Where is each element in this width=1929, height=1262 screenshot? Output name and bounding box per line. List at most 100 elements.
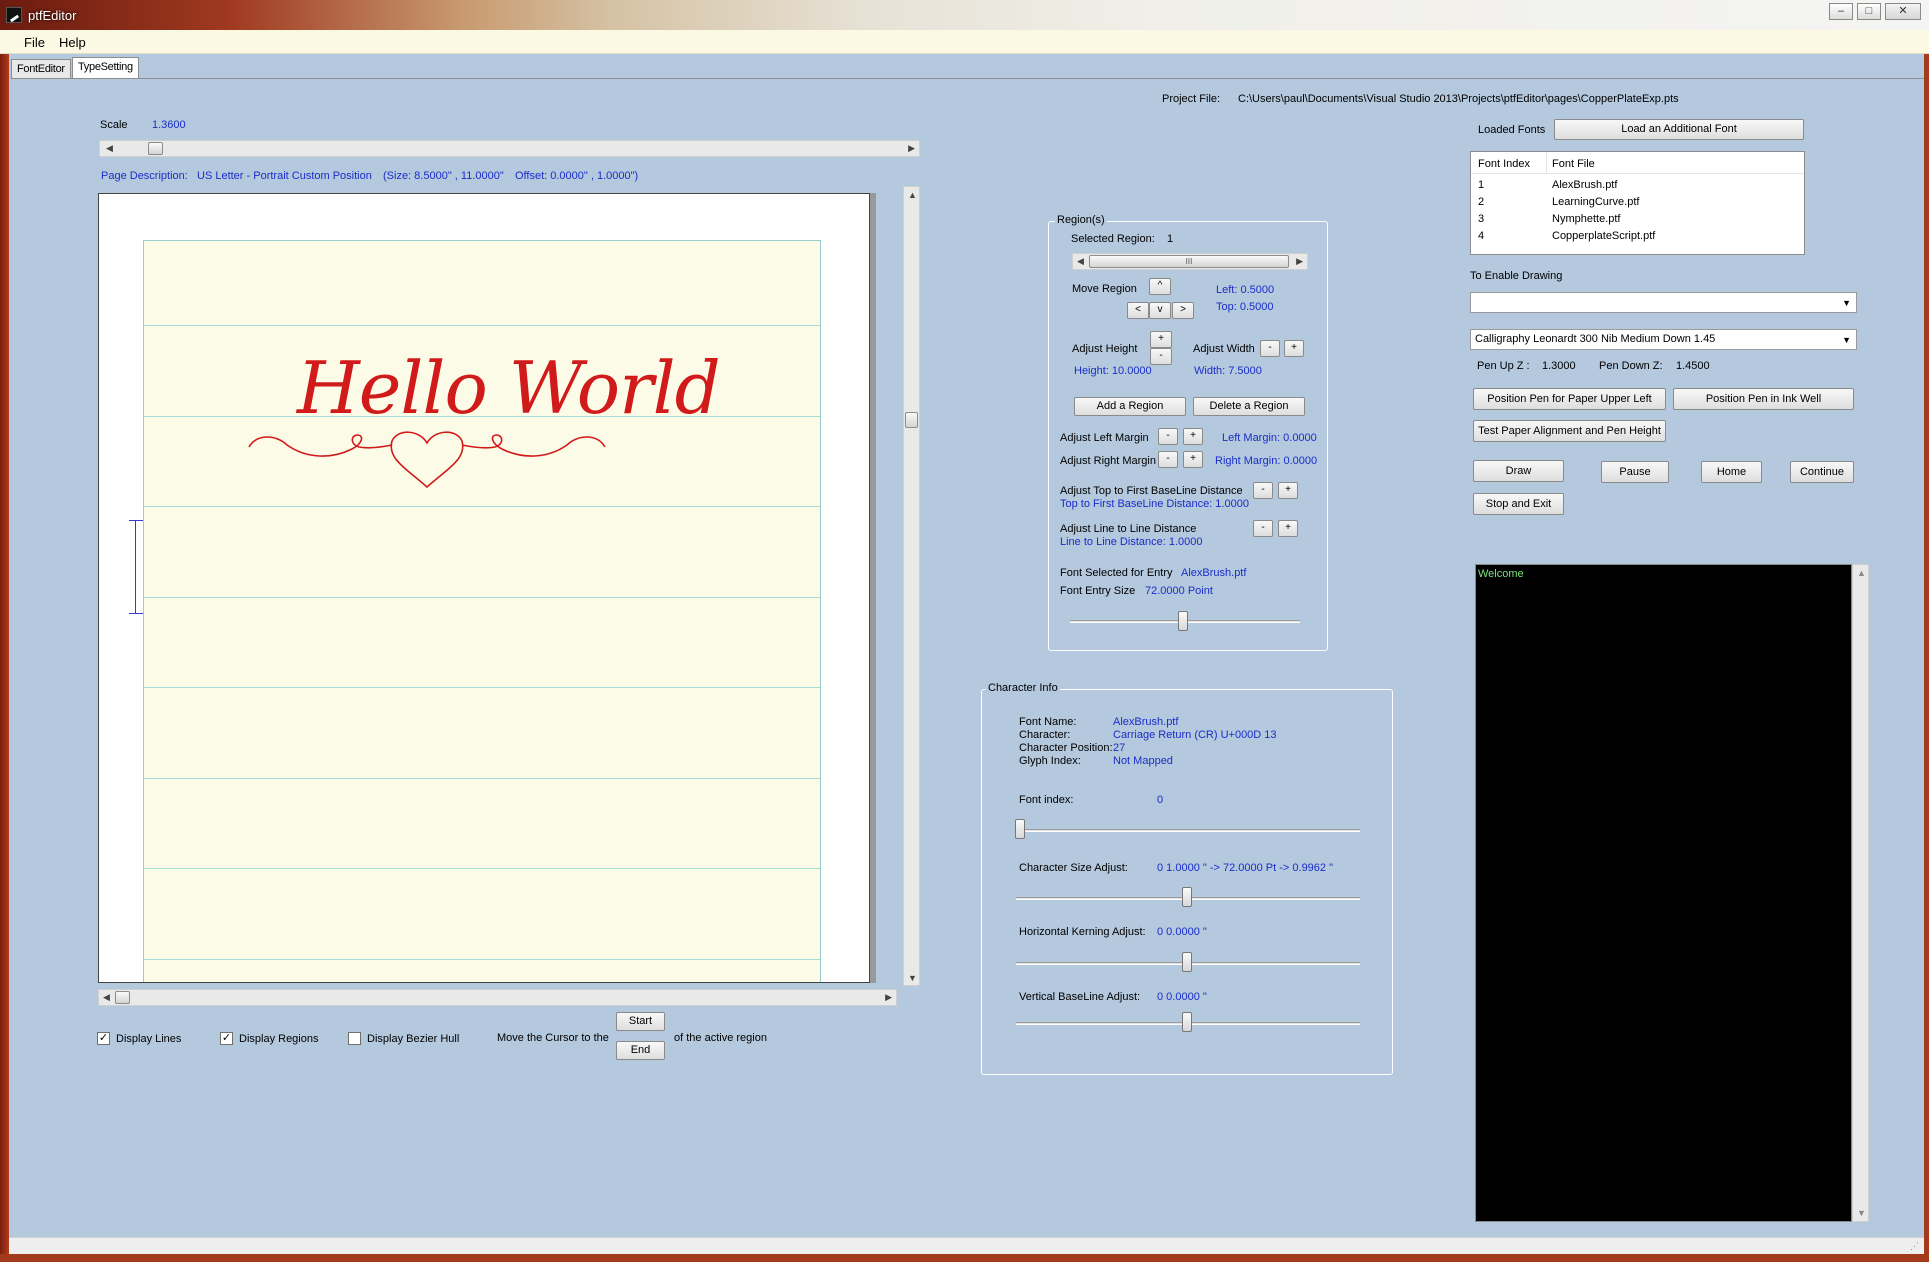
font-row-file[interactable]: CopperplateScript.ptf: [1552, 230, 1655, 242]
scroll-down-icon[interactable]: ▼: [1857, 1208, 1866, 1218]
line-distance-plus-button[interactable]: +: [1278, 520, 1298, 537]
title-bar: ptfEditor – □ ✕: [0, 0, 1929, 30]
canvas-vscrollbar[interactable]: ▲ ▼: [903, 186, 920, 986]
move-up-button[interactable]: ^: [1149, 278, 1171, 295]
tab-font-editor[interactable]: FontEditor: [11, 59, 71, 79]
scale-scroll-thumb[interactable]: [148, 142, 163, 155]
minimize-button[interactable]: –: [1829, 3, 1853, 20]
home-button[interactable]: Home: [1701, 461, 1762, 483]
font-name-label: Font Name:: [1019, 716, 1077, 728]
canvas-hscroll-thumb[interactable]: [115, 991, 130, 1004]
scroll-right-icon[interactable]: ▶: [908, 143, 915, 154]
canvas-hscrollbar[interactable]: ◀ ▶: [98, 989, 897, 1006]
size-adjust-slider-thumb[interactable]: [1182, 887, 1192, 907]
region-scrollbar[interactable]: ◀ III ▶: [1072, 253, 1308, 270]
move-left-button[interactable]: <: [1127, 302, 1149, 319]
cursor-end-button[interactable]: End: [616, 1041, 665, 1060]
canvas-vscroll-thumb[interactable]: [905, 412, 918, 428]
output-console[interactable]: Welcome: [1475, 564, 1852, 1222]
page-description-label: Page Description:: [101, 170, 188, 182]
console-scrollbar[interactable]: ▲ ▼: [1852, 564, 1869, 1222]
adjust-left-margin-label: Adjust Left Margin: [1060, 432, 1149, 444]
console-text: Welcome: [1478, 568, 1524, 580]
kerning-slider-thumb[interactable]: [1182, 952, 1192, 972]
display-regions-checkbox[interactable]: ✓: [220, 1032, 233, 1045]
height-plus-button[interactable]: +: [1150, 331, 1172, 348]
top-baseline-value: Top to First BaseLine Distance: 1.0000: [1060, 498, 1249, 510]
font-index-slider[interactable]: [1016, 829, 1360, 832]
top-baseline-plus-button[interactable]: +: [1278, 482, 1298, 499]
font-row-index[interactable]: 4: [1478, 230, 1484, 242]
region-scroll-thumb[interactable]: III: [1089, 255, 1289, 268]
display-regions-label: Display Regions: [239, 1033, 319, 1045]
font-row-file[interactable]: Nymphette.ptf: [1552, 213, 1620, 225]
pause-button[interactable]: Pause: [1601, 461, 1669, 483]
continue-button[interactable]: Continue: [1790, 461, 1854, 483]
move-region-label: Move Region: [1072, 283, 1137, 295]
font-row-index[interactable]: 3: [1478, 213, 1484, 225]
scale-label: Scale: [100, 119, 128, 131]
tab-type-setting[interactable]: TypeSetting: [72, 57, 139, 79]
baseline-adjust-slider-thumb[interactable]: [1182, 1012, 1192, 1032]
left-margin-minus-button[interactable]: -: [1158, 428, 1178, 445]
glyph-index-value: Not Mapped: [1113, 755, 1173, 767]
pen-profile-select[interactable]: Calligraphy Leonardt 300 Nib Medium Down…: [1470, 329, 1857, 350]
right-margin-plus-button[interactable]: +: [1183, 451, 1203, 468]
page-canvas[interactable]: Hello World: [98, 193, 870, 983]
col-font-index[interactable]: Font Index: [1478, 158, 1530, 170]
scroll-left-icon[interactable]: ◀: [106, 143, 113, 154]
font-row-file[interactable]: AlexBrush.ptf: [1552, 179, 1617, 191]
maximize-button[interactable]: □: [1857, 3, 1881, 20]
top-baseline-minus-button[interactable]: -: [1253, 482, 1273, 499]
font-row-index[interactable]: 1: [1478, 179, 1484, 191]
port-select[interactable]: ▼: [1470, 292, 1857, 313]
scale-value: 1.3600: [152, 119, 186, 131]
left-margin-plus-button[interactable]: +: [1183, 428, 1203, 445]
scroll-left-icon[interactable]: ◀: [103, 992, 110, 1003]
menu-file[interactable]: File: [24, 35, 45, 50]
width-minus-button[interactable]: -: [1260, 340, 1280, 357]
delete-region-button[interactable]: Delete a Region: [1193, 397, 1305, 416]
scroll-left-icon[interactable]: ◀: [1077, 256, 1084, 267]
scroll-up-icon[interactable]: ▲: [908, 190, 917, 200]
flourish-heart-icon: [248, 431, 606, 489]
position-upper-left-button[interactable]: Position Pen for Paper Upper Left: [1473, 388, 1666, 410]
line-distance-minus-button[interactable]: -: [1253, 520, 1273, 537]
project-file-path: C:\Users\paul\Documents\Visual Studio 20…: [1238, 93, 1679, 105]
draw-button[interactable]: Draw: [1473, 460, 1564, 482]
tab-divider: [11, 78, 1924, 79]
width-plus-button[interactable]: +: [1284, 340, 1304, 357]
position-ink-well-button[interactable]: Position Pen in Ink Well: [1673, 388, 1854, 410]
display-bezier-checkbox[interactable]: [348, 1032, 361, 1045]
right-margin-value: Right Margin: 0.0000: [1215, 455, 1318, 467]
move-right-button[interactable]: >: [1172, 302, 1194, 319]
scroll-right-icon[interactable]: ▶: [1296, 256, 1303, 267]
scroll-down-icon[interactable]: ▼: [908, 973, 917, 983]
font-index-label: Font index:: [1019, 794, 1074, 806]
character-position-label: Character Position:: [1019, 742, 1113, 754]
load-font-button[interactable]: Load an Additional Font: [1554, 119, 1804, 140]
close-button[interactable]: ✕: [1885, 3, 1921, 20]
scroll-right-icon[interactable]: ▶: [885, 992, 892, 1003]
height-minus-button[interactable]: -: [1150, 348, 1172, 365]
font-index-slider-thumb[interactable]: [1015, 819, 1025, 839]
font-row-file[interactable]: LearningCurve.ptf: [1552, 196, 1639, 208]
cursor-start-button[interactable]: Start: [616, 1012, 665, 1031]
test-alignment-button[interactable]: Test Paper Alignment and Pen Height: [1473, 420, 1666, 442]
resize-grip-icon[interactable]: ⋰: [1910, 1241, 1919, 1252]
base-line: [144, 959, 820, 960]
stop-exit-button[interactable]: Stop and Exit: [1473, 493, 1564, 515]
right-margin-minus-button[interactable]: -: [1158, 451, 1178, 468]
col-font-file[interactable]: Font File: [1552, 158, 1595, 170]
base-line: [144, 325, 820, 326]
character-label: Character:: [1019, 729, 1071, 741]
scale-scrollbar[interactable]: ◀ ▶: [99, 140, 920, 157]
menu-help[interactable]: Help: [59, 35, 86, 50]
font-row-index[interactable]: 2: [1478, 196, 1484, 208]
move-down-button[interactable]: v: [1149, 302, 1171, 319]
font-entry-size-slider-thumb[interactable]: [1178, 611, 1188, 631]
scroll-up-icon[interactable]: ▲: [1857, 568, 1866, 578]
display-lines-checkbox[interactable]: ✓: [97, 1032, 110, 1045]
menu-bar: [0, 30, 1929, 54]
add-region-button[interactable]: Add a Region: [1074, 397, 1186, 416]
